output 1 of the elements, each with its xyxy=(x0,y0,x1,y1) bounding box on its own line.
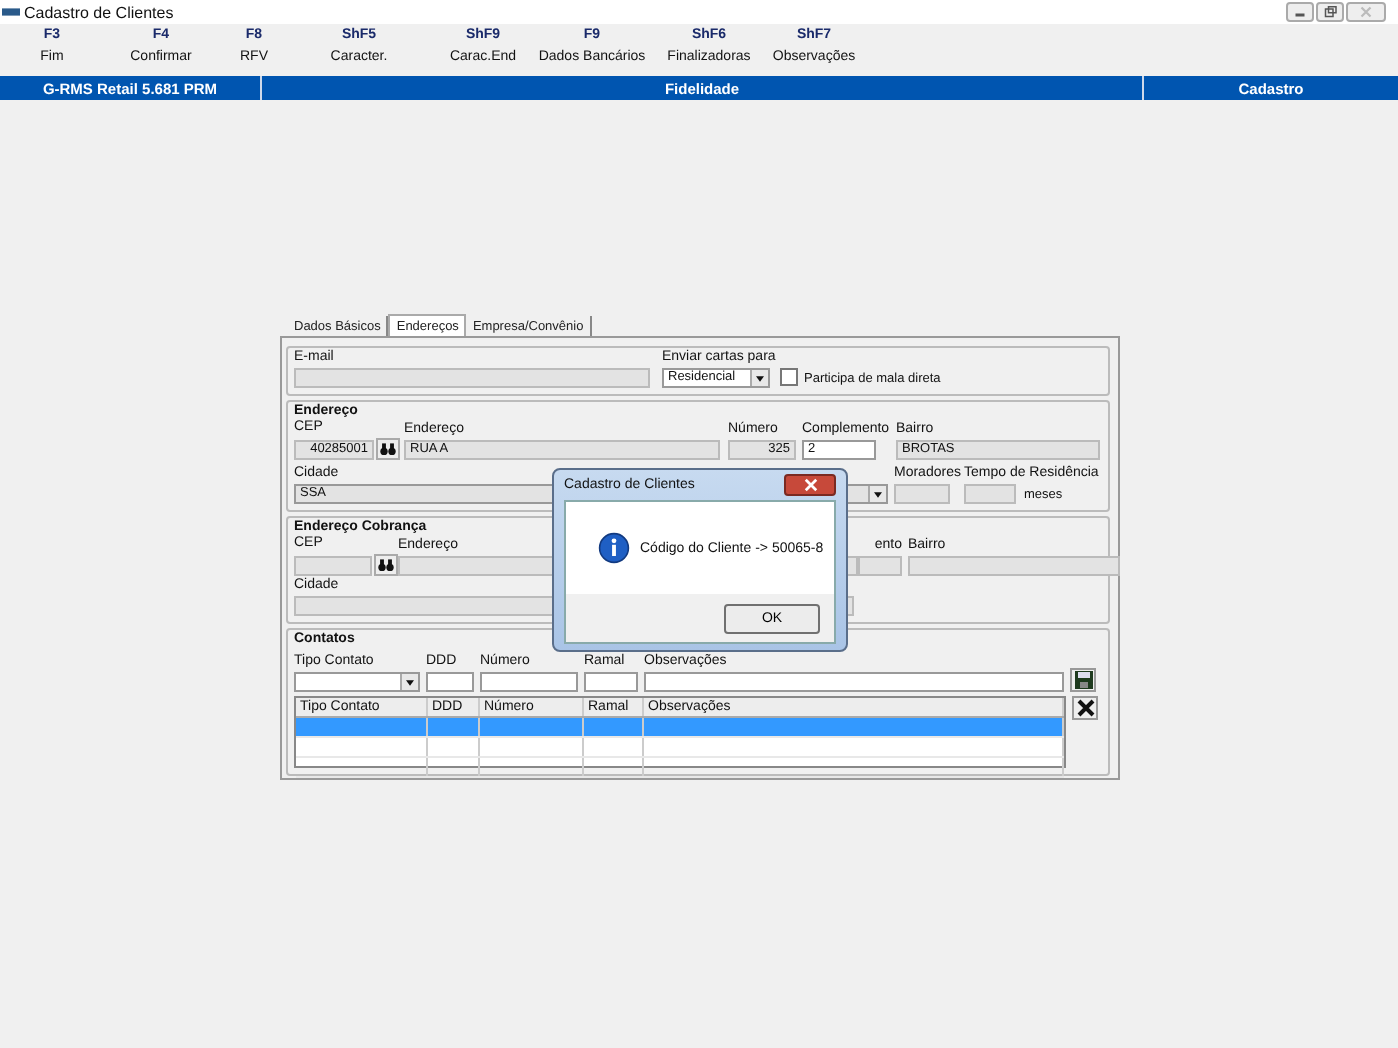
window-title: Cadastro de Clientes xyxy=(24,3,174,21)
